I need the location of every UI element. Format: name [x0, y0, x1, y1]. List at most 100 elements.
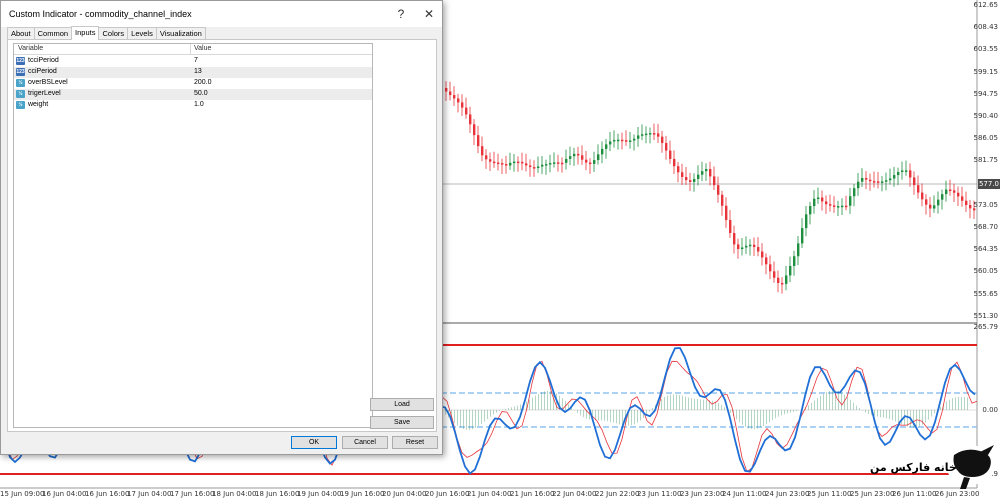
time-tick-label: 18 Jun 04:00	[212, 490, 257, 498]
table-row[interactable]: 123 tcciPeriod 7	[14, 56, 372, 67]
histogram-bar	[769, 410, 770, 423]
histogram-bar	[637, 410, 638, 423]
histogram-bar	[550, 391, 551, 410]
tab-levels[interactable]: Levels	[127, 27, 157, 39]
candle-body	[701, 171, 704, 175]
candle-body	[909, 170, 912, 178]
candle-body	[641, 134, 644, 136]
time-tick-label: 23 Jun 11:00	[637, 490, 682, 498]
row-value[interactable]: 13	[194, 68, 202, 75]
candle-body	[797, 243, 800, 257]
row-value[interactable]: 1.0	[194, 101, 204, 108]
dialog-title-bar[interactable]: Custom Indicator - commodity_channel_ind…	[1, 1, 442, 27]
row-variable: overBSLevel	[28, 79, 68, 86]
table-row[interactable]: ½ trigerLevel 50.0	[14, 89, 372, 100]
candle-body	[625, 140, 628, 142]
candle-body	[725, 205, 728, 221]
histogram-bar	[784, 410, 785, 415]
histogram-bar	[508, 408, 509, 410]
histogram-bar	[820, 395, 821, 410]
tab-inputs[interactable]: Inputs	[71, 26, 100, 40]
candle-body	[969, 204, 972, 209]
candle-body	[777, 277, 780, 283]
candle-body	[457, 98, 460, 103]
histogram-bar	[529, 399, 530, 410]
candle-body	[821, 197, 824, 202]
histogram-bar	[673, 394, 674, 410]
candle-body	[661, 136, 664, 143]
candle-body	[657, 133, 660, 137]
histogram-bar	[613, 410, 614, 423]
histogram-bar	[634, 410, 635, 425]
inputs-table: Variable Value 123 tcciPeriod 7 123 cciP…	[13, 43, 373, 428]
candle-body	[929, 204, 932, 209]
histogram-bar	[730, 410, 731, 413]
histogram-bar	[757, 410, 758, 429]
histogram-bar	[493, 410, 494, 415]
histogram-bar	[481, 410, 482, 424]
histogram-bar	[925, 410, 926, 423]
candle-body	[809, 206, 812, 215]
column-header-value[interactable]: Value	[194, 45, 211, 52]
row-value[interactable]: 50.0	[194, 90, 208, 97]
help-button[interactable]: ?	[391, 5, 411, 23]
table-row[interactable]: 123 cciPeriod 13	[14, 67, 372, 78]
histogram-bar	[772, 410, 773, 421]
histogram-bar	[781, 410, 782, 416]
histogram-bar	[703, 399, 704, 410]
close-button[interactable]: ✕	[419, 5, 439, 23]
candle-body	[521, 161, 524, 164]
integer-type-icon: 123	[16, 68, 25, 76]
column-header-variable[interactable]: Variable	[18, 45, 43, 52]
histogram-bar	[598, 410, 599, 421]
histogram-bar	[475, 410, 476, 428]
reset-button[interactable]: Reset	[392, 436, 438, 449]
histogram-bar	[505, 408, 506, 410]
histogram-bar	[676, 394, 677, 410]
column-divider[interactable]	[190, 44, 191, 55]
load-button[interactable]: Load	[370, 398, 434, 411]
candle-body	[901, 170, 904, 173]
candle-body	[869, 179, 872, 182]
time-tick-label: 16 Jun 04:00	[42, 490, 87, 498]
time-tick-label: 21 Jun 16:00	[510, 490, 555, 498]
histogram-bar	[952, 398, 953, 410]
histogram-bar	[748, 410, 749, 429]
histogram-bar	[469, 410, 470, 430]
tab-visualization[interactable]: Visualization	[155, 27, 206, 39]
time-tick-label: 22 Jun 04:00	[552, 490, 597, 498]
time-tick-label: 17 Jun 04:00	[127, 490, 172, 498]
histogram-bar	[715, 401, 716, 410]
tab-colors[interactable]: Colors	[98, 27, 129, 39]
histogram-bar	[538, 393, 539, 410]
tab-about[interactable]: About	[7, 27, 35, 39]
candle-body	[801, 228, 804, 244]
ok-button[interactable]: OK	[291, 436, 337, 449]
save-button[interactable]: Save	[370, 416, 434, 429]
candle-body	[765, 257, 768, 265]
cancel-button[interactable]: Cancel	[342, 436, 388, 449]
histogram-bar	[883, 410, 884, 418]
histogram-bar	[841, 392, 842, 410]
candle-body	[885, 180, 888, 182]
candle-body	[853, 188, 856, 197]
row-value[interactable]: 7	[194, 57, 198, 64]
table-row[interactable]: ½ weight 1.0	[14, 100, 372, 111]
candle-body	[609, 141, 612, 145]
double-type-icon: ½	[16, 79, 25, 87]
histogram-bar	[742, 410, 743, 425]
histogram-bar	[472, 410, 473, 430]
row-value[interactable]: 200.0	[194, 79, 212, 86]
candle-body	[689, 180, 692, 182]
histogram-bar	[511, 407, 512, 410]
candle-body	[545, 164, 548, 166]
tab-common[interactable]: Common	[33, 27, 73, 39]
candle-body	[873, 181, 876, 183]
candle-body	[917, 185, 920, 193]
candle-body	[517, 161, 520, 164]
time-tick-label: 19 Jun 16:00	[340, 490, 385, 498]
table-row[interactable]: ½ overBSLevel 200.0	[14, 78, 372, 89]
price-tick-label: 555.65	[973, 289, 999, 298]
time-tick-label: 20 Jun 04:00	[382, 490, 427, 498]
candle-body	[481, 146, 484, 156]
